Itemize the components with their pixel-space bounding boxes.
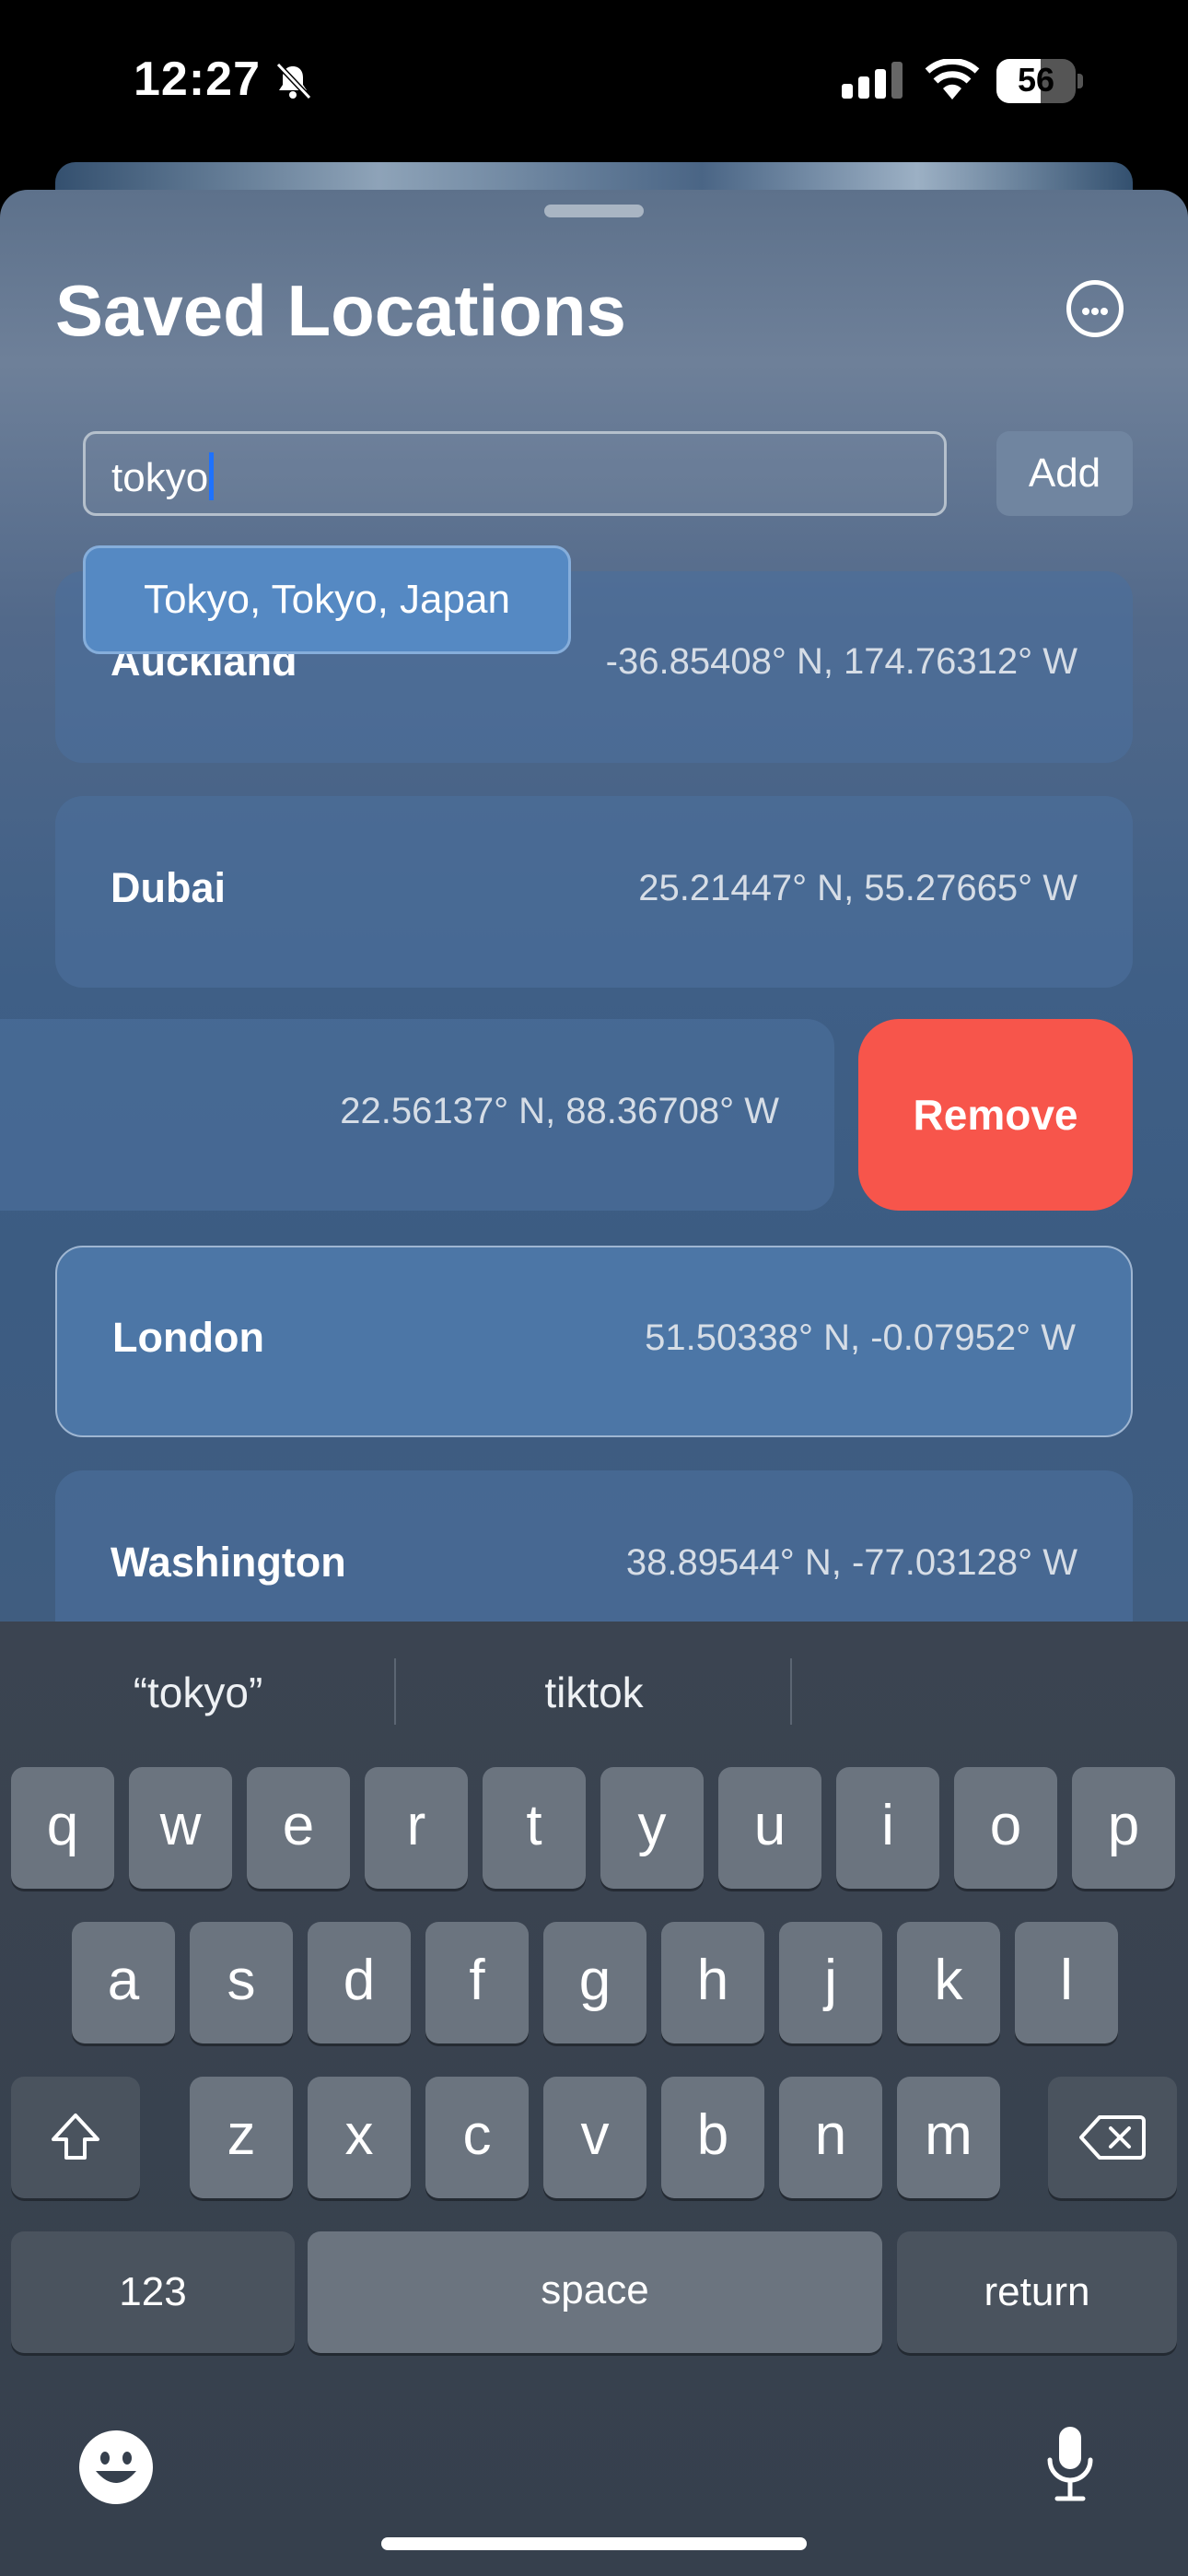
key-i[interactable]: i — [836, 1767, 939, 1889]
numbers-key[interactable]: 123 — [11, 2231, 295, 2353]
prediction-1[interactable]: “tokyo” — [14, 1668, 382, 1717]
delete-key[interactable] — [1048, 2077, 1177, 2198]
search-input[interactable]: tokyo — [83, 431, 947, 516]
delete-backward-icon — [1079, 2115, 1146, 2160]
key-o[interactable]: o — [954, 1767, 1057, 1889]
saved-locations-sheet: Saved Locations tokyo Add Auckland -36.8… — [0, 190, 1188, 1627]
key-y[interactable]: y — [600, 1767, 704, 1889]
page-title: Saved Locations — [55, 270, 626, 351]
location-row-selected[interactable]: London 51.50338° N, -0.07952° W — [55, 1246, 1133, 1437]
key-q[interactable]: q — [11, 1767, 114, 1889]
key-e[interactable]: e — [247, 1767, 350, 1889]
keyboard: “tokyo” tiktok q w e r t y u i o p a s d… — [0, 1622, 1188, 2576]
key-m[interactable]: m — [897, 2077, 1000, 2198]
location-coords: 22.56137° N, 88.36708° W — [340, 1091, 779, 1131]
location-row-swiped[interactable]: 22.56137° N, 88.36708° W — [0, 1019, 834, 1211]
shift-icon — [52, 2113, 99, 2160]
key-j[interactable]: j — [779, 1922, 882, 2043]
key-n[interactable]: n — [779, 2077, 882, 2198]
key-f[interactable]: f — [425, 1922, 529, 2043]
shift-key[interactable] — [11, 2077, 140, 2198]
key-h[interactable]: h — [661, 1922, 764, 2043]
key-d[interactable]: d — [308, 1922, 411, 2043]
key-r[interactable]: r — [365, 1767, 468, 1889]
location-name: Washington — [111, 1539, 346, 1586]
return-key[interactable]: return — [897, 2231, 1177, 2353]
location-coords: 51.50338° N, -0.07952° W — [645, 1317, 1076, 1358]
location-coords: 25.21447° N, 55.27665° W — [638, 868, 1077, 908]
key-p[interactable]: p — [1072, 1767, 1175, 1889]
bell-slash-icon — [275, 62, 312, 100]
text-caret — [209, 452, 215, 500]
key-c[interactable]: c — [425, 2077, 529, 2198]
key-w[interactable]: w — [129, 1767, 232, 1889]
location-coords: -36.85408° N, 174.76312° W — [605, 641, 1077, 682]
home-indicator — [381, 2537, 807, 2550]
remove-button[interactable]: Remove — [858, 1019, 1133, 1211]
more-options-button[interactable] — [1066, 280, 1124, 337]
cellular-signal-icon — [842, 62, 903, 99]
key-b[interactable]: b — [661, 2077, 764, 2198]
key-t[interactable]: t — [483, 1767, 586, 1889]
ellipsis-circle-icon — [1082, 308, 1089, 315]
key-k[interactable]: k — [897, 1922, 1000, 2043]
key-x[interactable]: x — [308, 2077, 411, 2198]
space-key[interactable]: space — [308, 2231, 882, 2353]
location-name: Dubai — [111, 864, 227, 911]
microphone-icon[interactable] — [1042, 2423, 1098, 2506]
key-u[interactable]: u — [718, 1767, 821, 1889]
key-a[interactable]: a — [72, 1922, 175, 2043]
status-time: 12:27 — [134, 53, 261, 106]
key-s[interactable]: s — [190, 1922, 293, 2043]
key-g[interactable]: g — [543, 1922, 646, 2043]
autocomplete-suggestion[interactable]: Tokyo, Tokyo, Japan — [83, 545, 571, 654]
key-z[interactable]: z — [190, 2077, 293, 2198]
status-bar: 12:27 56 — [0, 0, 1188, 161]
location-row[interactable]: Washington 38.89544° N, -77.03128° W — [55, 1470, 1133, 1627]
add-button[interactable]: Add — [996, 431, 1133, 516]
key-l[interactable]: l — [1015, 1922, 1118, 2043]
search-input-value: tokyo — [111, 455, 209, 500]
location-row[interactable]: Dubai 25.21447° N, 55.27665° W — [55, 796, 1133, 988]
wifi-icon — [925, 59, 980, 100]
battery-level: 56 — [1017, 61, 1055, 99]
key-v[interactable]: v — [543, 2077, 646, 2198]
battery-indicator: 56 — [996, 59, 1083, 103]
location-name: London — [112, 1314, 264, 1361]
emoji-icon[interactable] — [77, 2429, 155, 2506]
location-coords: 38.89544° N, -77.03128° W — [625, 1542, 1077, 1583]
sheet-grabber[interactable] — [544, 205, 644, 217]
prediction-2[interactable]: tiktok — [410, 1668, 778, 1717]
